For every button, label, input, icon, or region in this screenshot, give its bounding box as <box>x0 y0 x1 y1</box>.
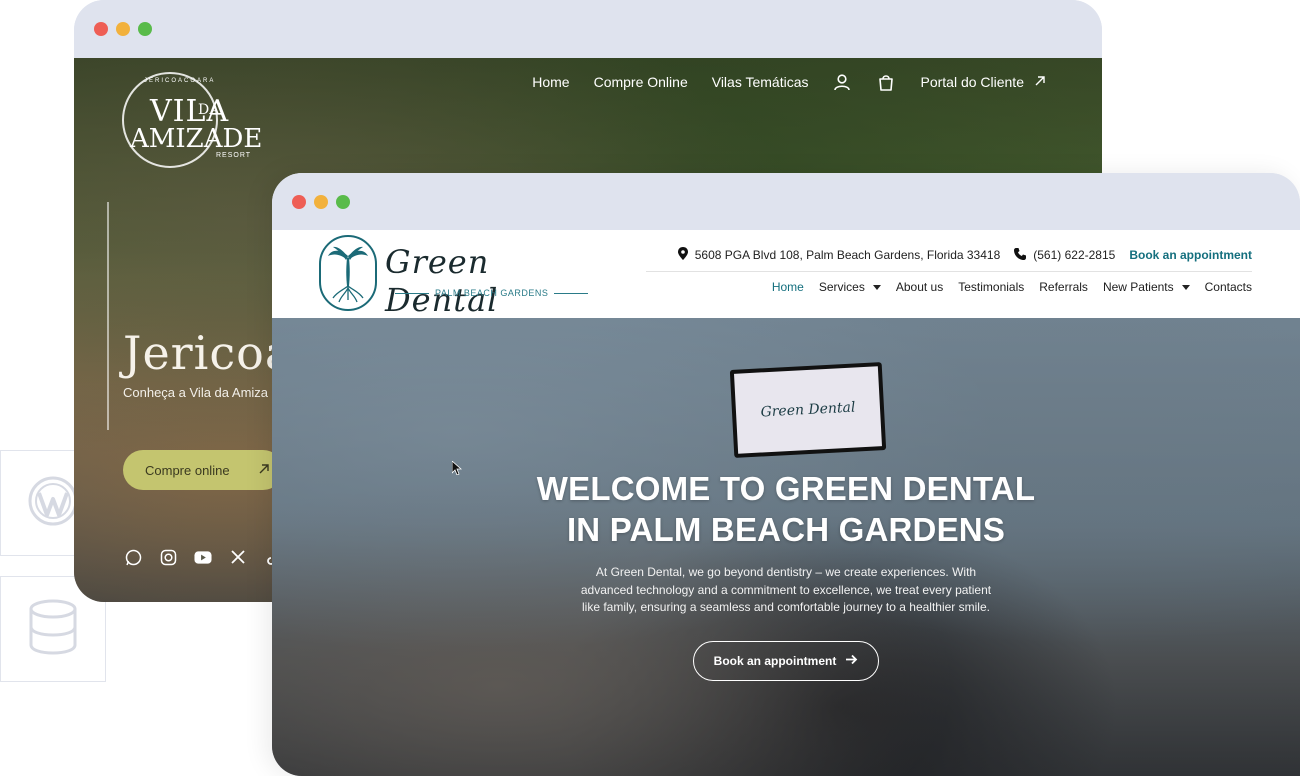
vila-social-links <box>124 548 282 566</box>
header-book-appointment-link[interactable]: Book an appointment <box>1129 248 1252 262</box>
whatsapp-icon[interactable] <box>124 548 142 566</box>
arrow-up-right-icon <box>1034 74 1046 90</box>
tagline-rule-right <box>554 292 589 294</box>
green-dental-nav: Home Services About us Testimonials Refe… <box>772 280 1252 294</box>
logo-tag: RESORT <box>216 152 252 159</box>
header-divider <box>646 271 1252 272</box>
vila-logo[interactable]: JERICOACOARA VILA DA AMIZADE RESORT <box>122 72 262 180</box>
monitor-logo-text: Green Dental <box>760 399 856 421</box>
vila-hero-subtitle: Conheça a Vila da Amiza <box>123 385 269 400</box>
nav-contacts[interactable]: Contacts <box>1205 280 1252 294</box>
window-chrome <box>272 173 1300 230</box>
browser-window-green-dental: Green Dental PALM BEACH GARDENS 5608 PGA… <box>272 173 1300 776</box>
phone-icon <box>1014 247 1027 263</box>
maximize-window-button[interactable] <box>336 194 350 209</box>
address-item[interactable]: 5608 PGA Blvd 108, Palm Beach Gardens, F… <box>677 247 1001 263</box>
logo-top-text: JERICOACOARA <box>144 78 216 84</box>
tagline-text: PALM BEACH GARDENS <box>435 288 549 298</box>
logo-line1-small: DA <box>198 102 220 118</box>
logo-line2: AMIZADE <box>130 124 263 154</box>
close-window-button[interactable] <box>94 22 108 36</box>
phone-text: (561) 622-2815 <box>1033 248 1116 262</box>
office-monitor: Green Dental <box>729 362 887 458</box>
caret-down-icon <box>872 284 881 290</box>
database-icon <box>27 599 79 660</box>
nav-about-us[interactable]: About us <box>896 280 943 294</box>
instagram-icon[interactable] <box>159 548 177 566</box>
nav-services-label: Services <box>818 280 865 294</box>
vila-hero-title: Jericoa <box>123 326 294 380</box>
vila-nav-vilas-tematicas[interactable]: Vilas Temáticas <box>712 74 809 90</box>
compre-online-label: Compre online <box>145 462 230 478</box>
green-dental-header: Green Dental PALM BEACH GARDENS 5608 PGA… <box>272 230 1300 319</box>
nav-services[interactable]: Services <box>819 280 881 294</box>
green-dental-logo[interactable]: Green Dental PALM BEACH GARDENS <box>319 233 589 319</box>
x-icon[interactable] <box>229 548 247 566</box>
vila-nav-home[interactable]: Home <box>532 74 569 90</box>
nav-new-patients[interactable]: New Patients <box>1103 280 1190 294</box>
user-icon[interactable] <box>832 72 852 92</box>
hero-heading-line2: IN PALM BEACH GARDENS <box>566 511 1006 548</box>
vila-nav: Home Compre Online Vilas Temáticas Porta… <box>532 72 1046 92</box>
hero-book-label: Book an appointment <box>713 654 837 668</box>
vila-nav-portal[interactable]: Portal do Cliente <box>920 74 1046 90</box>
contact-bar: 5608 PGA Blvd 108, Palm Beach Gardens, F… <box>677 247 1252 263</box>
green-dental-wordmark: Green Dental <box>385 243 499 319</box>
caret-down-icon <box>1181 284 1190 290</box>
close-window-button[interactable] <box>292 194 306 209</box>
palm-tree-icon <box>319 235 377 311</box>
green-dental-tagline: PALM BEACH GARDENS <box>395 288 589 298</box>
nav-testimonials[interactable]: Testimonials <box>958 280 1024 294</box>
youtube-icon[interactable] <box>194 548 212 566</box>
compre-online-button[interactable]: Compre online <box>123 450 283 490</box>
hero-heading-line1: WELCOME TO GREEN DENTAL <box>536 470 1036 507</box>
address-text: 5608 PGA Blvd 108, Palm Beach Gardens, F… <box>694 248 1001 262</box>
portal-label: Portal do Cliente <box>920 74 1024 90</box>
tagline-rule-left <box>395 292 429 294</box>
hero-paragraph: At Green Dental, we go beyond dentistry … <box>580 565 992 614</box>
showcase-stage: JERICOACOARA VILA DA AMIZADE RESORT Home… <box>0 0 1300 776</box>
arrow-right-icon <box>846 654 858 668</box>
vila-vertical-rail <box>107 202 109 430</box>
minimize-window-button[interactable] <box>314 194 328 209</box>
map-pin-icon <box>677 247 688 263</box>
hero-heading: WELCOME TO GREEN DENTAL IN PALM BEACH GA… <box>272 468 1300 550</box>
green-dental-hero: Green Dental WELCOME TO GREEN DENTAL IN … <box>272 318 1300 776</box>
nav-referrals[interactable]: Referrals <box>1039 280 1088 294</box>
phone-item[interactable]: (561) 622-2815 <box>1014 247 1116 263</box>
arrow-up-right-icon <box>258 463 270 478</box>
minimize-window-button[interactable] <box>116 22 130 36</box>
wordpress-icon <box>27 475 79 532</box>
nav-new-patients-label: New Patients <box>1102 280 1174 294</box>
nav-home[interactable]: Home <box>772 280 804 294</box>
shopping-bag-icon[interactable] <box>876 72 896 92</box>
maximize-window-button[interactable] <box>138 22 152 36</box>
vila-nav-compre-online[interactable]: Compre Online <box>594 74 688 90</box>
window-chrome <box>74 0 1102 58</box>
hero-book-appointment-button[interactable]: Book an appointment <box>693 641 879 681</box>
